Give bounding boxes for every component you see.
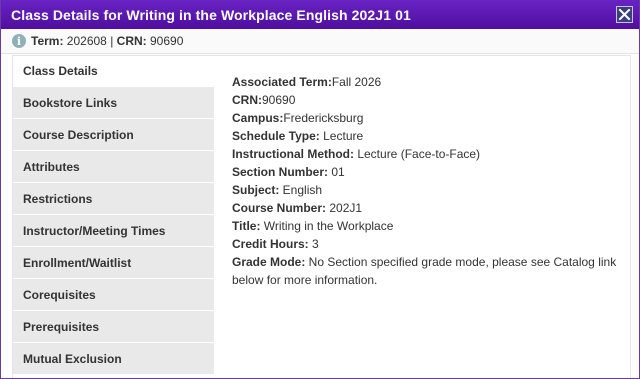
detail-label: Associated Term: xyxy=(232,75,332,89)
detail-campus: Campus:Fredericksburg xyxy=(232,109,620,127)
nav-corequisites[interactable]: Corequisites xyxy=(13,279,214,311)
nav-class-details[interactable]: Class Details xyxy=(13,56,214,87)
detail-label: Course Number: xyxy=(232,201,327,215)
nav-attributes[interactable]: Attributes xyxy=(13,151,214,183)
detail-value: Fredericksburg xyxy=(283,111,364,125)
detail-section-number: Section Number: 01 xyxy=(232,163,620,181)
detail-value: English xyxy=(279,183,323,197)
detail-subject: Subject: English xyxy=(232,181,620,199)
detail-crn: CRN:90690 xyxy=(232,91,620,109)
class-details-dialog: Class Details for Writing in the Workpla… xyxy=(0,0,640,379)
detail-title: Title: Writing in the Workplace xyxy=(232,217,620,235)
detail-schedule-type: Schedule Type: Lecture xyxy=(232,127,620,145)
close-icon xyxy=(618,8,631,20)
info-icon: i xyxy=(12,34,26,48)
dialog-titlebar: Class Details for Writing in the Workpla… xyxy=(1,0,639,29)
nav-bookstore-links[interactable]: Bookstore Links xyxy=(13,87,214,119)
detail-label: Schedule Type: xyxy=(232,129,320,143)
class-details-content: Associated Term:Fall 2026 CRN:90690 Camp… xyxy=(232,73,620,289)
dialog-title: Class Details for Writing in the Workpla… xyxy=(11,6,411,23)
crn-value: 90690 xyxy=(150,34,184,48)
detail-value: 202J1 xyxy=(326,201,363,215)
detail-credit-hours: Credit Hours: 3 xyxy=(232,235,620,253)
detail-value: 90690 xyxy=(262,93,296,107)
term-info-bar: i Term: 202608 | CRN: 90690 xyxy=(1,29,639,54)
nav-enrollment-waitlist[interactable]: Enrollment/Waitlist xyxy=(13,247,214,279)
nav-mutual-exclusion[interactable]: Mutual Exclusion xyxy=(13,343,214,375)
detail-value: Writing in the Workplace xyxy=(260,219,394,233)
crn-label: CRN: xyxy=(116,34,147,48)
close-button[interactable] xyxy=(616,5,633,23)
detail-label: Subject: xyxy=(232,183,280,197)
detail-label: Instructional Method: xyxy=(232,147,354,161)
term-label: Term: xyxy=(31,34,64,48)
dialog-body: Class Details Bookstore Links Course Des… xyxy=(12,55,631,378)
details-nav: Class Details Bookstore Links Course Des… xyxy=(13,56,214,375)
detail-associated-term: Associated Term:Fall 2026 xyxy=(232,73,620,91)
nav-instructor-meeting-times[interactable]: Instructor/Meeting Times xyxy=(13,215,214,247)
detail-label: Grade Mode: xyxy=(232,255,306,269)
detail-course-number: Course Number: 202J1 xyxy=(232,199,620,217)
detail-value: Lecture (Face-to-Face) xyxy=(354,147,481,161)
detail-value: Fall 2026 xyxy=(331,75,382,89)
separator: | xyxy=(110,34,114,48)
term-value: 202608 xyxy=(66,34,107,48)
detail-label: Campus: xyxy=(232,111,284,125)
detail-label: Section Number: xyxy=(232,165,329,179)
detail-value: 01 xyxy=(328,165,345,179)
detail-instructional-method: Instructional Method: Lecture (Face-to-F… xyxy=(232,145,620,163)
detail-label: Credit Hours: xyxy=(232,237,309,251)
detail-value: Lecture xyxy=(319,129,364,143)
nav-restrictions[interactable]: Restrictions xyxy=(13,183,214,215)
detail-grade-mode: Grade Mode: No Section specified grade m… xyxy=(232,253,620,289)
detail-label: CRN: xyxy=(232,93,262,107)
detail-value: 3 xyxy=(308,237,319,251)
detail-label: Title: xyxy=(232,219,261,233)
nav-prerequisites[interactable]: Prerequisites xyxy=(13,311,214,343)
nav-course-description[interactable]: Course Description xyxy=(13,119,214,151)
